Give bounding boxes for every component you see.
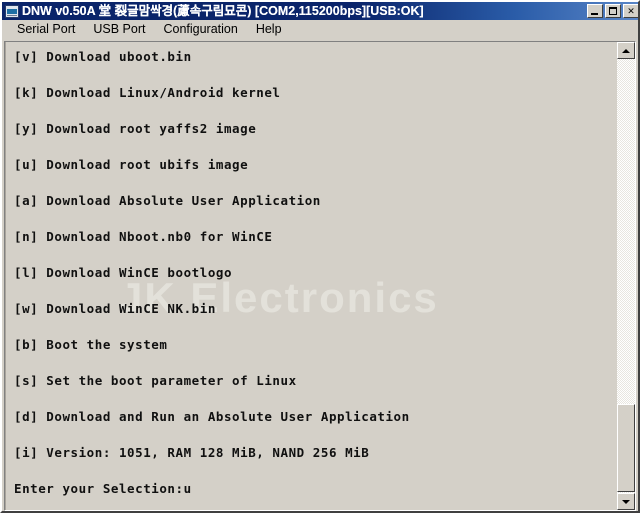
terminal-line: [a] Download Absolute User Application [14, 193, 321, 208]
terminal-line: [w] Download WinCE NK.bin [14, 301, 216, 316]
menu-bar: Serial Port USB Port Configuration Help [2, 20, 638, 40]
window-title: DNW v0.50A 堂 裂글맘싹경(藘속구림묘콘) [COM2,115200b… [22, 4, 424, 18]
chevron-down-icon [622, 499, 630, 504]
menu-usb-port[interactable]: USB Port [84, 21, 154, 39]
client-area: JK Electronics [v] Download uboot.bin [k]… [4, 41, 636, 511]
close-button[interactable]: ✕ [623, 4, 638, 18]
title-bar[interactable]: DNW v0.50A 堂 裂글맘싹경(藘속구림묘콘) [COM2,115200b… [2, 2, 638, 20]
scroll-up-button[interactable] [617, 42, 635, 59]
vertical-scrollbar[interactable] [617, 42, 635, 510]
terminal-line: [l] Download WinCE bootlogo [14, 265, 233, 280]
maximize-icon [609, 7, 617, 15]
scroll-down-button[interactable] [617, 493, 635, 510]
scrollbar-thumb[interactable] [617, 404, 635, 492]
terminal-line: Enter your Selection:u [14, 481, 192, 496]
minimize-button[interactable] [587, 4, 603, 18]
terminal-line: [y] Download root yaffs2 image [14, 121, 257, 136]
terminal-output-pane[interactable]: JK Electronics [v] Download uboot.bin [k]… [5, 42, 617, 510]
terminal-line: [i] Version: 1051, RAM 128 MiB, NAND 256… [14, 445, 370, 460]
scrollbar-track[interactable] [617, 59, 635, 493]
dnw-app-icon [5, 4, 19, 18]
terminal-line: [k] Download Linux/Android kernel [14, 85, 281, 100]
menu-serial-port[interactable]: Serial Port [8, 21, 84, 39]
close-icon: ✕ [627, 5, 635, 16]
window-controls: ✕ [587, 4, 638, 18]
terminal-line: [v] Download uboot.bin [14, 49, 192, 64]
dnw-application-window: DNW v0.50A 堂 裂글맘싹경(藘속구림묘콘) [COM2,115200b… [0, 0, 640, 513]
maximize-button[interactable] [605, 4, 621, 18]
terminal-line-list: [v] Download uboot.bin [k] Download Linux… [6, 42, 617, 510]
terminal-line: [n] Download Nboot.nb0 for WinCE [14, 229, 273, 244]
terminal-line: [d] Download and Run an Absolute User Ap… [14, 409, 410, 424]
chevron-up-icon [622, 48, 630, 53]
terminal-line: [s] Set the boot parameter of Linux [14, 373, 297, 388]
menu-configuration[interactable]: Configuration [154, 21, 246, 39]
minimize-icon [591, 13, 598, 15]
terminal-line: [b] Boot the system [14, 337, 168, 352]
menu-help[interactable]: Help [247, 21, 291, 39]
terminal-line: [u] Download root ubifs image [14, 157, 249, 172]
